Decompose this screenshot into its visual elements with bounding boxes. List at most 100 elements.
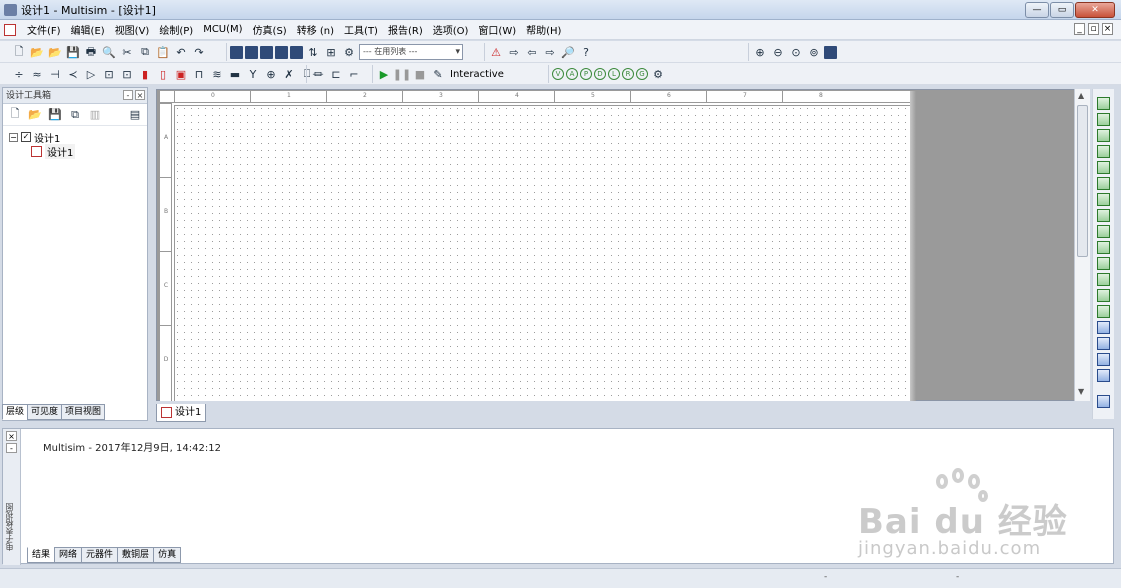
postprocessor-icon[interactable]: ⇅ bbox=[305, 44, 321, 60]
tab-hierarchy[interactable]: 层级 bbox=[2, 404, 29, 420]
close-sheet-icon[interactable]: ⧉ bbox=[67, 107, 83, 123]
save-sheet-icon[interactable]: 💾 bbox=[47, 107, 63, 123]
mdi-restore-button[interactable]: ▫ bbox=[1088, 23, 1099, 35]
diode-icon[interactable]: ⊣ bbox=[47, 66, 63, 82]
tab-results[interactable]: 结果 bbox=[27, 547, 56, 563]
labview-instrument-icon[interactable] bbox=[1097, 395, 1110, 408]
maximize-button[interactable]: ▭ bbox=[1050, 2, 1074, 18]
agilent-oscilloscope-icon[interactable] bbox=[1097, 353, 1110, 366]
menu-window[interactable]: 窗口(W) bbox=[473, 22, 521, 37]
probe-ref-icon[interactable]: R bbox=[622, 68, 634, 80]
ni-components-icon[interactable]: ✗ bbox=[281, 66, 297, 82]
rf-icon[interactable]: Y bbox=[245, 66, 261, 82]
place-bus-icon[interactable]: ⊏ bbox=[328, 66, 344, 82]
probe-power-icon[interactable]: P bbox=[580, 68, 592, 80]
print-preview-icon[interactable]: 🔍 bbox=[101, 44, 117, 60]
distortion-analyzer-icon[interactable] bbox=[1097, 273, 1110, 286]
menu-tools[interactable]: 工具(T) bbox=[339, 22, 383, 37]
redo-icon[interactable]: ↷ bbox=[191, 44, 207, 60]
interactive-mode-button[interactable]: Interactive bbox=[450, 69, 504, 80]
canvas-vertical-scrollbar[interactable]: ▲ ▼ bbox=[1074, 89, 1090, 401]
delete-sheet-icon[interactable]: ▥ bbox=[87, 107, 103, 123]
tree-root-item[interactable]: − ✓ 设计1 bbox=[9, 130, 141, 145]
menu-edit[interactable]: 编辑(E) bbox=[66, 22, 110, 37]
indicator-icon[interactable]: ▣ bbox=[173, 66, 189, 82]
design-toolbox-icon[interactable] bbox=[260, 45, 273, 59]
menu-options[interactable]: 选项(O) bbox=[428, 22, 474, 37]
paste-icon[interactable]: 📋 bbox=[155, 44, 171, 60]
place-probe-icon[interactable]: ⏛ bbox=[310, 66, 326, 82]
new-sheet-icon[interactable]: 🗋 bbox=[7, 107, 23, 123]
mdi-close-button[interactable]: × bbox=[1102, 23, 1113, 35]
scroll-down-icon[interactable]: ▼ bbox=[1078, 387, 1084, 396]
wattmeter-icon[interactable] bbox=[1097, 129, 1110, 142]
agilent-multimeter-icon[interactable] bbox=[1097, 337, 1110, 350]
fullscreen-icon[interactable] bbox=[824, 45, 837, 59]
zoom-area-icon[interactable]: ⊙ bbox=[788, 44, 804, 60]
mdi-minimize-button[interactable]: _ bbox=[1074, 23, 1085, 35]
collapse-icon[interactable]: − bbox=[9, 132, 18, 142]
spreadsheet-pin-button[interactable]: - bbox=[6, 443, 17, 453]
power-component-icon[interactable]: ⊓ bbox=[191, 66, 207, 82]
place-hierarchical-icon[interactable]: ⌐ bbox=[346, 66, 362, 82]
transfer-dropdown-icon[interactable]: ⇨ bbox=[542, 44, 558, 60]
probe-settings-icon[interactable]: ⚙ bbox=[650, 66, 666, 82]
oscilloscope-icon[interactable] bbox=[1097, 145, 1110, 158]
logic-converter-icon[interactable] bbox=[1097, 241, 1110, 254]
menu-transfer[interactable]: 转移 (n) bbox=[292, 22, 339, 37]
network-analyzer-icon[interactable] bbox=[1097, 305, 1110, 318]
probe-digital-icon[interactable]: L bbox=[608, 68, 620, 80]
four-channel-oscilloscope-icon[interactable] bbox=[1097, 161, 1110, 174]
menu-help[interactable]: 帮助(H) bbox=[521, 22, 566, 37]
analog-icon[interactable]: ▷ bbox=[83, 66, 99, 82]
find-examples-icon[interactable]: 🔎 bbox=[560, 44, 576, 60]
run-simulation-icon[interactable]: ▶ bbox=[376, 66, 392, 82]
menu-mcu[interactable]: MCU(M) bbox=[198, 24, 247, 35]
spreadsheet-close-button[interactable]: × bbox=[6, 431, 17, 441]
open-sample-icon[interactable]: 📂 bbox=[47, 44, 63, 60]
word-generator-icon[interactable] bbox=[1097, 209, 1110, 222]
forward-annotate-icon[interactable]: ⇨ bbox=[506, 44, 522, 60]
function-generator-icon[interactable] bbox=[1097, 113, 1110, 126]
tab-project-view[interactable]: 项目视图 bbox=[61, 404, 106, 420]
advanced-peripherals-icon[interactable]: ▬ bbox=[227, 66, 243, 82]
misc-icon[interactable]: ≋ bbox=[209, 66, 225, 82]
probe-diff-icon[interactable]: D bbox=[594, 68, 606, 80]
checkbox-icon[interactable]: ✓ bbox=[21, 132, 31, 142]
undo-icon[interactable]: ↶ bbox=[173, 44, 189, 60]
mixed-icon[interactable]: ▯ bbox=[155, 66, 171, 82]
transistor-icon[interactable]: ≺ bbox=[65, 66, 81, 82]
cmos-icon[interactable]: ⊡ bbox=[119, 66, 135, 82]
print-icon[interactable]: 🖶 bbox=[83, 44, 99, 60]
database-manager-icon[interactable] bbox=[290, 45, 303, 59]
electromechanical-icon[interactable]: ⊕ bbox=[263, 66, 279, 82]
cut-icon[interactable]: ✂ bbox=[119, 44, 135, 60]
probe-ground-icon[interactable]: G bbox=[636, 68, 648, 80]
ttl-icon[interactable]: ⊡ bbox=[101, 66, 117, 82]
multimeter-icon[interactable] bbox=[1097, 97, 1110, 110]
sheet-properties-icon[interactable]: ▤ bbox=[127, 107, 143, 123]
panel-pin-button[interactable]: - bbox=[123, 90, 133, 100]
menu-view[interactable]: 视图(V) bbox=[110, 22, 155, 37]
logic-analyzer-icon[interactable] bbox=[1097, 225, 1110, 238]
save-icon[interactable]: 💾 bbox=[65, 44, 81, 60]
scrollbar-thumb[interactable] bbox=[1077, 105, 1088, 257]
minimize-button[interactable]: — bbox=[1025, 2, 1049, 18]
menu-place[interactable]: 绘制(P) bbox=[154, 22, 198, 37]
agilent-generator-icon[interactable] bbox=[1097, 321, 1110, 334]
tektronix-oscilloscope-icon[interactable] bbox=[1097, 369, 1110, 382]
electrical-rules-check-icon[interactable]: ⚠ bbox=[488, 44, 504, 60]
schematic-sheet[interactable]: 0 1 2 3 4 5 6 7 8 A B C D bbox=[160, 91, 910, 401]
zoom-sheet-icon[interactable]: ⊚ bbox=[806, 44, 822, 60]
toggle-fullscreen-icon[interactable] bbox=[230, 45, 243, 59]
tree-child-item[interactable]: 设计1 bbox=[9, 143, 141, 159]
schematic-workspace[interactable]: 0 1 2 3 4 5 6 7 8 A B C D bbox=[156, 89, 1090, 401]
frequency-counter-icon[interactable] bbox=[1097, 193, 1110, 206]
copy-icon[interactable]: ⧉ bbox=[137, 44, 153, 60]
menu-file[interactable]: 文件(F) bbox=[22, 22, 66, 37]
stop-simulation-icon[interactable]: ■ bbox=[412, 66, 428, 82]
open-sheet-icon[interactable]: 📂 bbox=[27, 107, 43, 123]
tab-visibility[interactable]: 可见度 bbox=[27, 404, 63, 420]
zoom-in-icon[interactable]: ⊕ bbox=[752, 44, 768, 60]
tab-nets[interactable]: 网络 bbox=[54, 547, 83, 563]
